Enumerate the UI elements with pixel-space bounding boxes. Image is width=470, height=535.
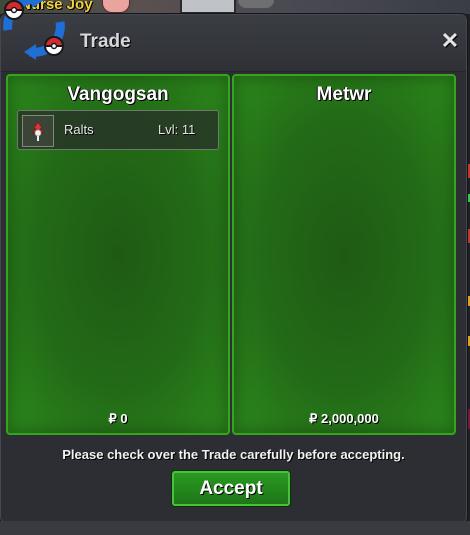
game-scene: Nurse Joy Trade ✕ Vangogsan Ralts Lvl: 1… bbox=[0, 0, 470, 535]
own-offer-panel: Vangogsan Ralts Lvl: 11 ₽ 0 bbox=[6, 74, 230, 435]
world-object-secondary bbox=[238, 0, 274, 8]
partner-player-name: Metwr bbox=[316, 84, 372, 105]
trade-notice-text: Please check over the Trade carefully be… bbox=[62, 447, 405, 462]
trade-window: Trade ✕ Vangogsan Ralts Lvl: 11 ₽ 0 Metw… bbox=[0, 14, 467, 523]
ralts-sprite-icon bbox=[22, 115, 54, 147]
item-level: Lvl: 11 bbox=[158, 122, 196, 137]
world-object bbox=[180, 0, 236, 14]
own-money-offer: ₽ 0 bbox=[108, 411, 128, 426]
pokeball-arrows-icon bbox=[0, 0, 70, 62]
world-bottom-strip bbox=[0, 521, 470, 535]
partner-offer-panel: Metwr ₽ 2,000,000 bbox=[232, 74, 456, 435]
window-title: Trade bbox=[80, 31, 131, 52]
npc-sprite bbox=[102, 0, 130, 13]
trade-window-titlebar[interactable]: Trade ✕ bbox=[1, 15, 466, 72]
close-button[interactable]: ✕ bbox=[439, 30, 461, 52]
own-player-name: Vangogsan bbox=[67, 84, 169, 105]
trade-item-slot[interactable]: Ralts Lvl: 11 bbox=[17, 110, 219, 150]
item-name: Ralts bbox=[64, 122, 94, 137]
partner-money-offer: ₽ 2,000,000 bbox=[309, 411, 379, 426]
accept-button[interactable]: Accept bbox=[172, 471, 290, 506]
